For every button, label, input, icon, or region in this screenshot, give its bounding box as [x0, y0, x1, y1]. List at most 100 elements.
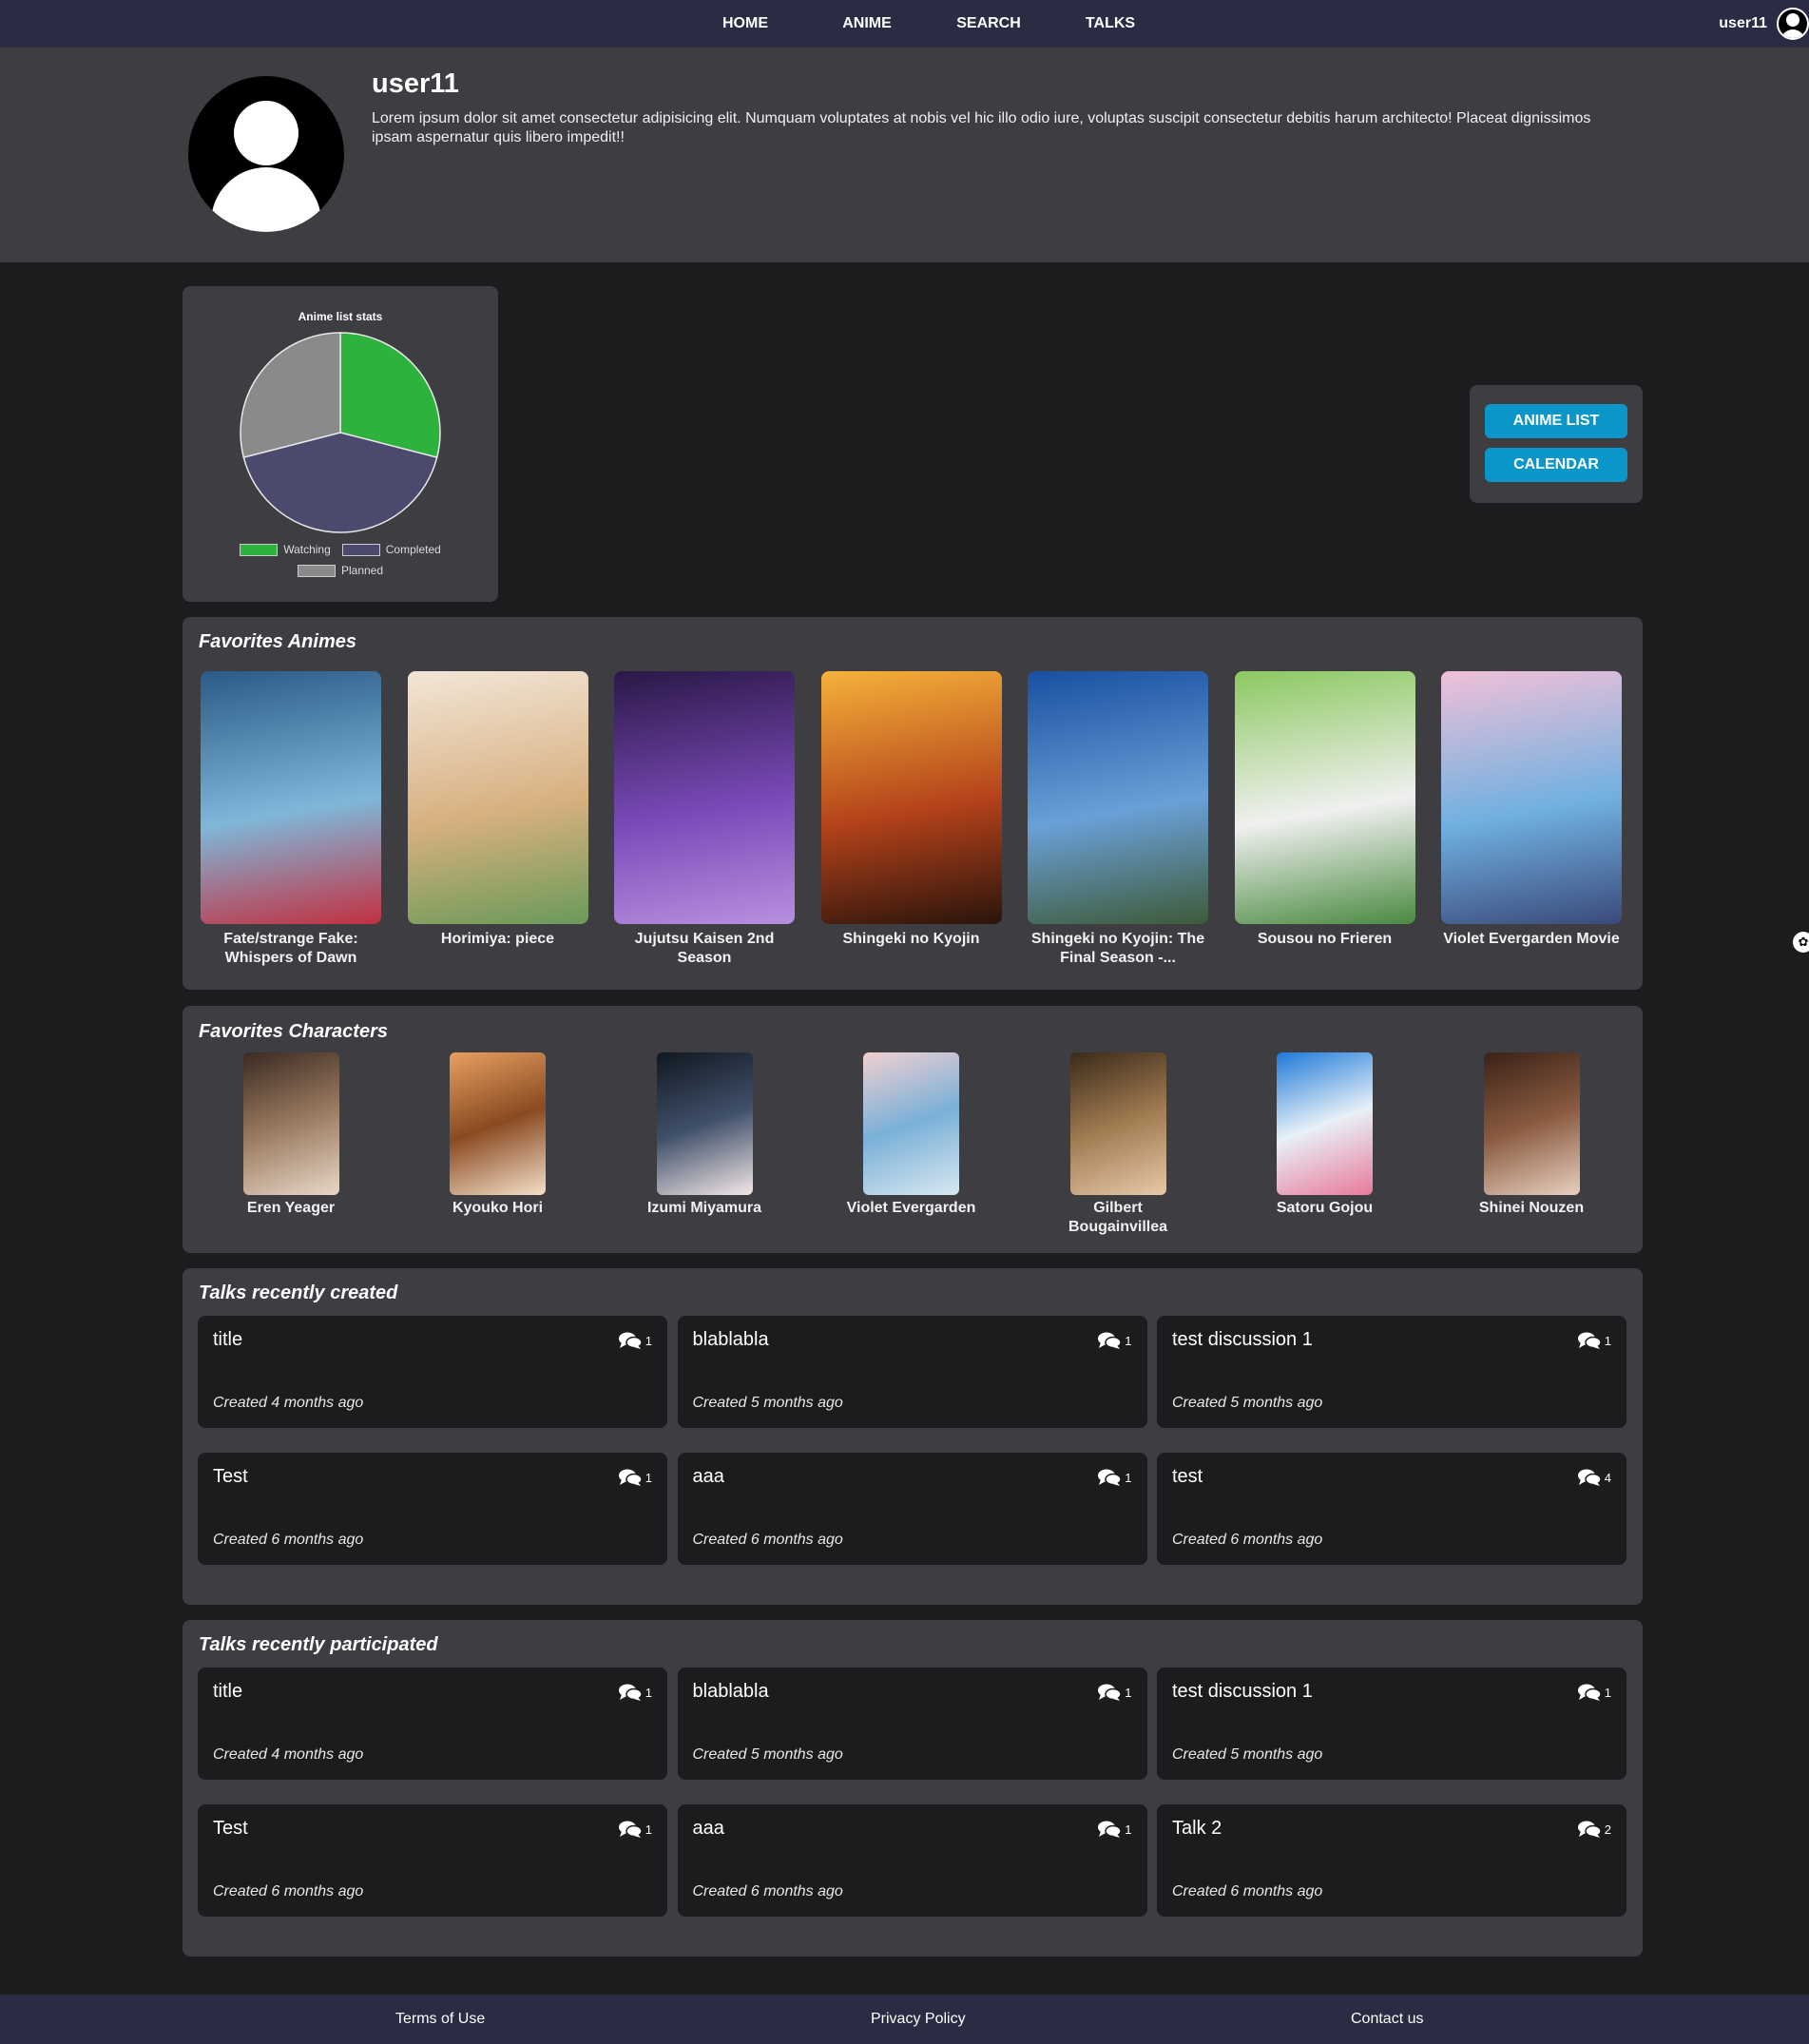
comment-count-value: 1: [1125, 1333, 1132, 1348]
anime-title[interactable]: Shingeki no Kyojin: The Final Season -..…: [1028, 930, 1208, 968]
character-name[interactable]: Kyouko Hori: [432, 1199, 565, 1218]
talk-title[interactable]: test: [1172, 1466, 1203, 1488]
legend-swatch-planned: [297, 564, 336, 577]
favorite-character-card[interactable]: Gilbert Bougainvillea: [1051, 1052, 1184, 1237]
favorite-anime-card[interactable]: Violet Evergarden Movie: [1441, 671, 1622, 949]
character-image[interactable]: [1483, 1052, 1580, 1195]
character-name[interactable]: Satoru Gojou: [1259, 1199, 1392, 1218]
talk-card[interactable]: blablabla 1 Created 5 months ago: [677, 1316, 1147, 1428]
character-image[interactable]: [656, 1052, 753, 1195]
character-image[interactable]: [863, 1052, 959, 1195]
anime-title[interactable]: Jujutsu Kaisen 2nd Season: [614, 930, 795, 968]
talk-card[interactable]: test 4 Created 6 months ago: [1157, 1453, 1626, 1565]
talk-title[interactable]: blablabla: [693, 1681, 769, 1703]
favorite-character-card[interactable]: Izumi Miyamura: [638, 1052, 771, 1218]
favorite-character-card[interactable]: Satoru Gojou: [1259, 1052, 1392, 1218]
anime-title[interactable]: Shingeki no Kyojin: [821, 930, 1002, 949]
favorite-anime-card[interactable]: Fate/strange Fake: Whispers of Dawn: [201, 671, 381, 968]
character-name[interactable]: Eren Yeager: [224, 1199, 357, 1218]
nav-links: HOME ANIME SEARCH TALKS: [684, 0, 1171, 48]
talk-title[interactable]: Test: [213, 1818, 248, 1840]
favorite-anime-card[interactable]: Shingeki no Kyojin: The Final Season -..…: [1028, 671, 1208, 968]
talk-comment-count: 1: [618, 1820, 652, 1839]
terms-of-use-link[interactable]: Terms of Use: [395, 1995, 485, 2044]
anime-title[interactable]: Fate/strange Fake: Whispers of Dawn: [201, 930, 381, 968]
talk-card[interactable]: aaa 1 Created 6 months ago: [677, 1453, 1147, 1565]
character-name[interactable]: Violet Evergarden: [845, 1199, 978, 1218]
talk-card[interactable]: Test 1 Created 6 months ago: [198, 1453, 667, 1565]
anime-cover-image[interactable]: [1441, 671, 1622, 924]
anime-cover-image[interactable]: [407, 671, 588, 924]
contact-us-link[interactable]: Contact us: [1351, 1995, 1423, 2044]
talk-title[interactable]: title: [213, 1329, 242, 1351]
nav-anime-link[interactable]: ANIME: [806, 0, 928, 48]
talk-created-date: Created 5 months ago: [1172, 1395, 1323, 1411]
character-name[interactable]: Izumi Miyamura: [638, 1199, 771, 1218]
anime-cover-image[interactable]: [201, 671, 381, 924]
comments-icon: [1098, 1332, 1123, 1349]
talk-created-date: Created 5 months ago: [692, 1746, 843, 1763]
comment-count-value: 1: [1604, 1685, 1611, 1700]
talk-title[interactable]: Talk 2: [1172, 1818, 1222, 1840]
comments-icon: [618, 1821, 643, 1838]
talk-card[interactable]: test discussion 1 1 Created 5 months ago: [1157, 1316, 1626, 1428]
talk-card[interactable]: Test 1 Created 6 months ago: [198, 1804, 667, 1917]
talk-card[interactable]: test discussion 1 1 Created 5 months ago: [1157, 1668, 1626, 1780]
nav-user-menu[interactable]: user11: [1719, 0, 1809, 48]
character-image[interactable]: [1277, 1052, 1373, 1195]
talk-card[interactable]: Talk 2 2 Created 6 months ago: [1157, 1804, 1626, 1917]
favorite-character-card[interactable]: Kyouko Hori: [432, 1052, 565, 1218]
anime-title[interactable]: Sousou no Frieren: [1235, 930, 1415, 949]
anime-title[interactable]: Violet Evergarden Movie: [1441, 930, 1622, 949]
user-avatar-icon[interactable]: [1777, 8, 1809, 40]
character-name[interactable]: Shinei Nouzen: [1465, 1199, 1598, 1218]
nav-talks-link[interactable]: TALKS: [1049, 0, 1171, 48]
talk-title[interactable]: test discussion 1: [1172, 1329, 1313, 1351]
talk-comment-count: 2: [1577, 1820, 1611, 1839]
talks-participated-section: Talks recently participated title 1 Create…: [183, 1620, 1643, 1957]
talks-created-section: Talks recently created title 1 Created 4 m…: [183, 1268, 1643, 1605]
anime-list-button[interactable]: ANIME LIST: [1485, 404, 1627, 438]
comments-icon: [1098, 1469, 1123, 1486]
character-name[interactable]: Gilbert Bougainvillea: [1051, 1199, 1184, 1237]
nav-username[interactable]: user11: [1719, 15, 1767, 32]
favorite-anime-card[interactable]: Jujutsu Kaisen 2nd Season: [614, 671, 795, 968]
anime-title[interactable]: Horimiya: piece: [408, 930, 588, 949]
anime-cover-image[interactable]: [614, 671, 795, 924]
footer: Terms of Use Privacy Policy Contact us: [0, 1995, 1809, 2044]
talk-created-date: Created 5 months ago: [1172, 1746, 1323, 1763]
profile-header: user11 Lorem ipsum dolor sit amet consec…: [0, 48, 1809, 262]
talk-title[interactable]: title: [213, 1681, 242, 1703]
favorite-character-card[interactable]: Violet Evergarden: [845, 1052, 978, 1218]
talk-card[interactable]: aaa 1 Created 6 months ago: [677, 1804, 1147, 1917]
talk-title[interactable]: Test: [213, 1466, 248, 1488]
anime-cover-image[interactable]: [1028, 671, 1208, 924]
favorite-anime-card[interactable]: Shingeki no Kyojin: [820, 671, 1002, 949]
favorite-character-card[interactable]: Shinei Nouzen: [1465, 1052, 1598, 1218]
talk-card[interactable]: title 1 Created 4 months ago: [198, 1316, 667, 1428]
talk-title[interactable]: blablabla: [693, 1329, 769, 1351]
legend-item-completed: Completed: [341, 543, 441, 556]
nav-home-link[interactable]: HOME: [684, 0, 806, 48]
favorite-anime-card[interactable]: Sousou no Frieren: [1234, 671, 1415, 949]
extension-icon[interactable]: ✿: [1793, 932, 1809, 953]
talk-comment-count: 1: [618, 1468, 652, 1487]
talk-title[interactable]: aaa: [693, 1818, 724, 1840]
talk-card[interactable]: blablabla 1 Created 5 months ago: [677, 1668, 1147, 1780]
calendar-button[interactable]: CALENDAR: [1485, 448, 1627, 482]
profile-avatar: [188, 76, 344, 232]
comment-count-value: 1: [645, 1470, 652, 1485]
character-image[interactable]: [1069, 1052, 1166, 1195]
nav-search-link[interactable]: SEARCH: [928, 0, 1049, 48]
anime-cover-image[interactable]: [1234, 671, 1415, 924]
talk-title[interactable]: test discussion 1: [1172, 1681, 1313, 1703]
anime-cover-image[interactable]: [820, 671, 1002, 924]
character-image[interactable]: [450, 1052, 546, 1195]
talk-title[interactable]: aaa: [693, 1466, 724, 1488]
favorite-anime-card[interactable]: Horimiya: piece: [407, 671, 588, 949]
favorite-character-card[interactable]: Eren Yeager: [224, 1052, 357, 1218]
character-image[interactable]: [242, 1052, 339, 1195]
favorites-characters-section: Favorites Characters Eren Yeager Kyouko H…: [183, 1006, 1643, 1253]
privacy-policy-link[interactable]: Privacy Policy: [871, 1995, 966, 2044]
talk-card[interactable]: title 1 Created 4 months ago: [198, 1668, 667, 1780]
